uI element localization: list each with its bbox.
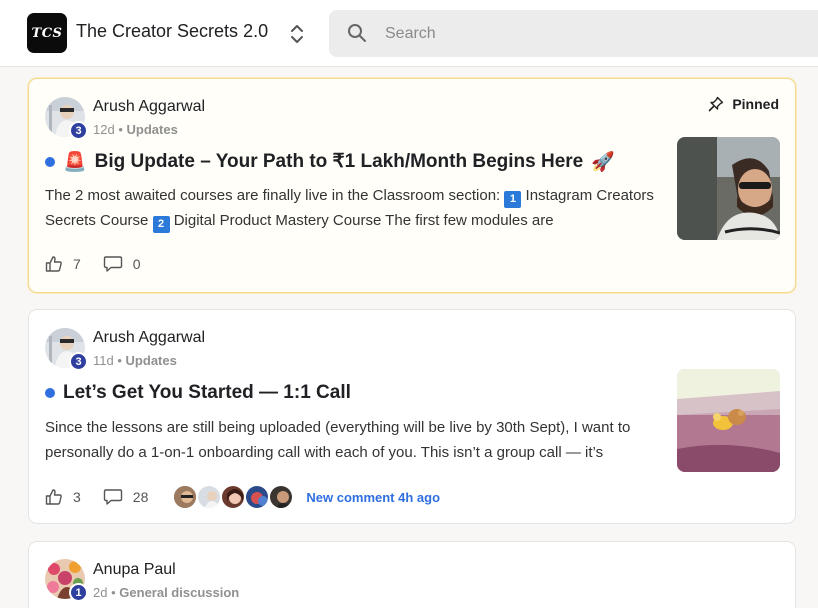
post-title-text: Let’s Get You Started — 1:1 Call (63, 382, 351, 403)
like-count: 7 (73, 256, 81, 272)
comment-count: 28 (132, 489, 149, 505)
meta-separator: • (118, 122, 123, 137)
author-avatar[interactable]: 3 (45, 328, 88, 371)
post-card-pinned[interactable]: 3 Arush Aggarwal 12d • Updates Pinned 🚨 … (28, 78, 796, 293)
comment-button[interactable]: 28 (103, 488, 149, 506)
community-logo[interactable]: TCS (27, 13, 67, 53)
post-title-text: Big Update – Your Path to ₹1 Lakh/Month … (94, 151, 584, 172)
author-avatar[interactable]: 1 (45, 559, 88, 602)
like-button[interactable]: 3 (45, 488, 81, 506)
search-icon (348, 24, 366, 42)
unread-dot (45, 388, 55, 398)
meta-separator: • (111, 585, 116, 600)
author-name[interactable]: Arush Aggarwal (93, 98, 205, 116)
post-title[interactable]: Let’s Get You Started — 1:1 Call (45, 382, 351, 404)
author-name[interactable]: Anupa Paul (93, 561, 176, 579)
post-time: 2d (93, 585, 108, 600)
author-name[interactable]: Arush Aggarwal (93, 329, 205, 347)
comment-button[interactable]: 0 (103, 255, 141, 273)
search-input[interactable] (385, 10, 805, 57)
excerpt-text: Digital Product Mastery Course The first… (169, 212, 554, 229)
post-actions: 3 28 New comment 4h ago (45, 484, 440, 510)
level-badge: 3 (69, 352, 88, 371)
post-card[interactable]: 1 Anupa Paul 2d • General discussion (28, 541, 796, 608)
post-time: 12d (93, 122, 115, 137)
post-excerpt[interactable]: Since the lessons are still being upload… (45, 415, 665, 465)
comment-icon (103, 256, 122, 272)
recent-commenters[interactable] (172, 484, 295, 510)
post-meta: 12d • Updates (93, 122, 178, 137)
keycap-2-badge: 2 (152, 216, 170, 233)
author-avatar[interactable]: 3 (45, 97, 88, 140)
post-card[interactable]: 3 Arush Aggarwal 11d • Updates Let’s Get… (28, 309, 796, 524)
post-actions: 7 0 (45, 255, 163, 273)
pinned-label: Pinned (732, 96, 779, 112)
comment-count: 0 (132, 256, 141, 272)
post-category[interactable]: Updates (127, 122, 178, 137)
meta-separator: • (117, 353, 122, 368)
thumbs-up-icon (45, 489, 62, 505)
new-comment-link[interactable]: New comment 4h ago (306, 490, 440, 505)
search-bar[interactable] (329, 10, 818, 57)
pin-icon (709, 96, 724, 112)
commenter-avatar[interactable] (172, 484, 199, 510)
post-category[interactable]: Updates (126, 353, 177, 368)
chevron-up-down-icon[interactable] (289, 23, 305, 45)
commenter-avatar[interactable] (196, 484, 223, 510)
post-thumbnail[interactable] (677, 137, 780, 240)
rocket-emoji: 🚀 (591, 151, 615, 173)
like-button[interactable]: 7 (45, 255, 81, 273)
level-badge: 3 (69, 121, 88, 140)
unread-dot (45, 156, 55, 167)
top-header: TCS The Creator Secrets 2.0 (0, 0, 818, 67)
post-meta: 11d • Updates (93, 353, 177, 368)
comment-icon (103, 489, 122, 505)
like-count: 3 (73, 489, 81, 505)
post-meta: 2d • General discussion (93, 585, 239, 600)
level-badge: 1 (69, 583, 88, 602)
excerpt-text: The 2 most awaited courses are finally l… (45, 187, 505, 204)
keycap-1-badge: 1 (504, 191, 522, 208)
post-excerpt[interactable]: The 2 most awaited courses are finally l… (45, 183, 665, 233)
commenter-avatar[interactable] (244, 484, 271, 510)
post-category[interactable]: General discussion (119, 585, 239, 600)
post-time: 11d (93, 353, 114, 368)
pinned-indicator: Pinned (708, 96, 779, 112)
commenter-avatar[interactable] (220, 484, 247, 510)
post-title[interactable]: 🚨 Big Update – Your Path to ₹1 Lakh/Mont… (45, 150, 615, 173)
community-name[interactable]: The Creator Secrets 2.0 (76, 21, 268, 42)
thumbs-up-icon (45, 256, 62, 272)
siren-emoji: 🚨 (63, 151, 87, 173)
commenter-avatar[interactable] (268, 484, 295, 510)
post-thumbnail[interactable] (677, 369, 780, 472)
